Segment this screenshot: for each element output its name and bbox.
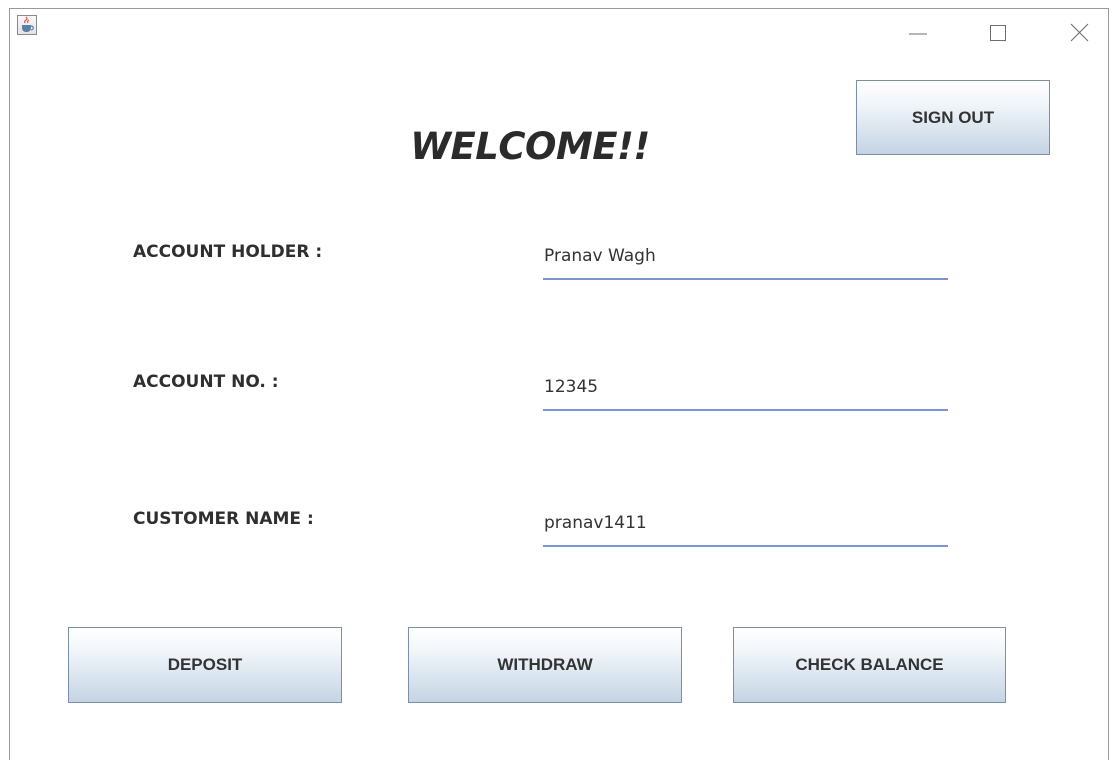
check-balance-button[interactable]: CHECK BALANCE [733, 627, 1006, 703]
withdraw-button[interactable]: WITHDRAW [408, 627, 682, 703]
minimize-button[interactable] [903, 16, 933, 42]
sign-out-button[interactable]: SIGN OUT [856, 80, 1050, 155]
close-button[interactable] [1064, 16, 1094, 42]
account-holder-field[interactable]: Pranav Wagh [543, 244, 948, 280]
java-cup-icon[interactable] [17, 15, 37, 35]
customer-name-label: CUSTOMER NAME : [133, 509, 314, 529]
maximize-button[interactable] [983, 16, 1013, 42]
page-title: WELCOME!! [410, 125, 650, 168]
account-holder-label: ACCOUNT HOLDER : [133, 242, 323, 262]
deposit-button[interactable]: DEPOSIT [68, 627, 342, 703]
minimize-icon [909, 33, 927, 35]
maximize-icon [990, 25, 1006, 41]
close-icon [1070, 23, 1089, 42]
customer-name-field[interactable]: pranav1411 [543, 511, 948, 547]
account-number-field[interactable]: 12345 [543, 375, 948, 411]
account-number-label: ACCOUNT NO. : [133, 372, 279, 392]
